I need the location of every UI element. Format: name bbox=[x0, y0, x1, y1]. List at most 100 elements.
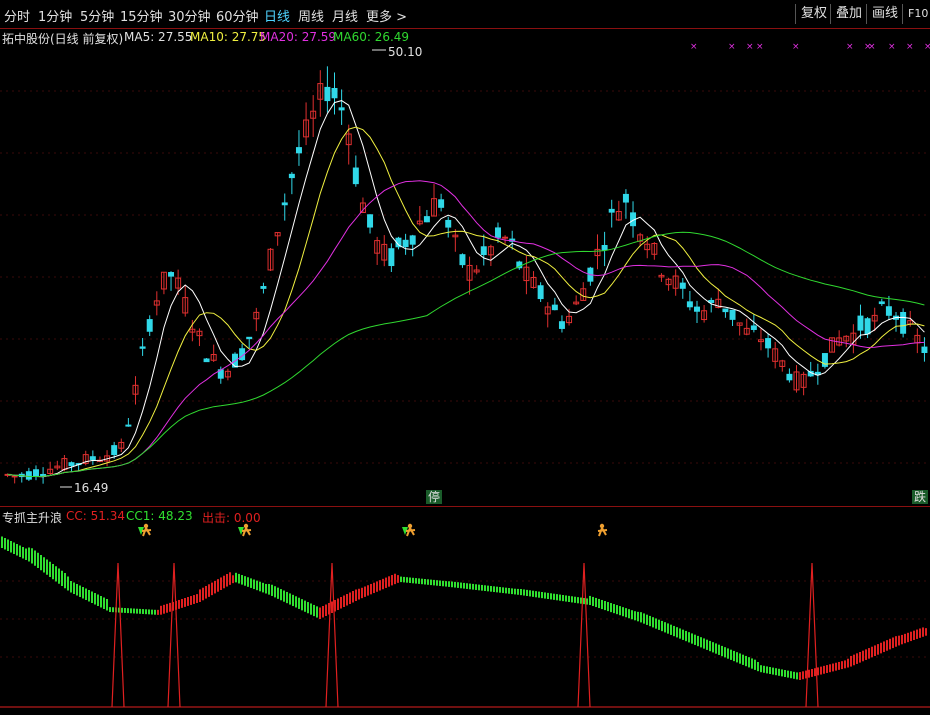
candle bbox=[295, 147, 302, 154]
signal-spike bbox=[325, 562, 339, 708]
cross-marker: × bbox=[846, 42, 854, 52]
ma5-line bbox=[7, 100, 925, 478]
tab-5min[interactable]: 5分钟 bbox=[80, 6, 114, 25]
tab-60min[interactable]: 60分钟 bbox=[216, 6, 259, 25]
tab-weekly[interactable]: 周线 bbox=[298, 6, 324, 25]
candlestick-chart: × × × × × × ×× × × ×50.1016.49 bbox=[0, 42, 930, 495]
runner-icon bbox=[243, 523, 249, 529]
candle bbox=[68, 462, 75, 467]
candle bbox=[480, 246, 487, 256]
runner-icon bbox=[597, 527, 608, 537]
candle bbox=[352, 167, 359, 185]
signal-spike bbox=[577, 562, 591, 708]
runner-icon bbox=[141, 527, 152, 537]
cross-marker: × bbox=[868, 42, 876, 52]
candle bbox=[338, 107, 345, 111]
candle bbox=[288, 173, 295, 179]
tab-30min[interactable]: 30分钟 bbox=[168, 6, 211, 25]
candle bbox=[445, 219, 452, 228]
candlestick-panel[interactable]: × × × × × × × × × × × 50.10 16.49 bbox=[0, 28, 930, 507]
candle bbox=[146, 319, 153, 332]
candle bbox=[729, 309, 736, 320]
runner-icon bbox=[405, 527, 416, 537]
runner-icon bbox=[143, 523, 149, 529]
candle bbox=[750, 325, 757, 330]
candle bbox=[601, 245, 608, 251]
tab-15min[interactable]: 15分钟 bbox=[120, 6, 163, 25]
low-price-label: 16.49 bbox=[74, 481, 108, 495]
candle bbox=[89, 456, 96, 460]
cross-marker: × bbox=[746, 42, 754, 52]
candle bbox=[367, 214, 374, 228]
candle bbox=[551, 304, 558, 311]
candle bbox=[324, 86, 331, 102]
candle bbox=[921, 346, 928, 353]
high-price-label: 50.10 bbox=[388, 45, 422, 59]
ma10-line bbox=[7, 126, 925, 477]
candle bbox=[409, 235, 416, 245]
candle bbox=[459, 254, 466, 266]
candle bbox=[765, 338, 772, 349]
overlay-button[interactable]: 叠加 bbox=[830, 4, 867, 24]
cross-marker: × bbox=[792, 42, 800, 52]
cross-marker: × bbox=[906, 42, 914, 52]
runner-icon bbox=[407, 523, 413, 529]
ma60-line bbox=[7, 231, 925, 477]
candle bbox=[423, 216, 430, 223]
candle bbox=[402, 239, 409, 248]
tab-daily[interactable]: 日线 bbox=[264, 6, 290, 25]
tab-1min[interactable]: 1分钟 bbox=[38, 6, 72, 25]
candle bbox=[125, 424, 132, 427]
candle bbox=[900, 311, 907, 334]
candle bbox=[168, 272, 175, 277]
candle bbox=[622, 193, 629, 203]
candle bbox=[139, 346, 146, 349]
tab-monthly[interactable]: 月线 bbox=[332, 6, 358, 25]
cross-marker: × bbox=[888, 42, 896, 52]
candle bbox=[111, 445, 118, 456]
candle bbox=[857, 315, 864, 331]
candle bbox=[558, 321, 565, 329]
cross-marker: × bbox=[690, 42, 698, 52]
candle bbox=[281, 202, 288, 206]
candle bbox=[494, 227, 501, 238]
candle bbox=[537, 285, 544, 300]
limit-down-marker: 跌 bbox=[912, 490, 929, 504]
indicator-panel[interactable] bbox=[0, 506, 930, 715]
candle bbox=[388, 248, 395, 267]
candle bbox=[246, 336, 253, 340]
cross-marker: × bbox=[728, 42, 736, 52]
tab-intraday[interactable]: 分时 bbox=[4, 6, 30, 25]
candle bbox=[878, 301, 885, 305]
candle bbox=[686, 301, 693, 308]
runner-icon bbox=[241, 527, 252, 537]
ma20-line bbox=[7, 180, 925, 477]
signal-spike bbox=[111, 562, 125, 708]
candle bbox=[25, 471, 32, 480]
cross-marker: × bbox=[756, 42, 764, 52]
f10-button[interactable]: F10 bbox=[902, 4, 930, 24]
candle bbox=[722, 308, 729, 313]
candle bbox=[864, 318, 871, 335]
tab-more[interactable]: 更多 > bbox=[366, 6, 407, 25]
candle bbox=[679, 282, 686, 289]
signal-spike bbox=[167, 562, 181, 708]
candle bbox=[786, 373, 793, 381]
cross-marker: × bbox=[924, 42, 930, 52]
runner-icon bbox=[599, 523, 605, 529]
candle bbox=[203, 358, 210, 363]
candle bbox=[438, 199, 445, 208]
suspend-marker: 停 bbox=[426, 490, 443, 504]
signal-spike bbox=[805, 562, 819, 708]
candle bbox=[885, 306, 892, 316]
candle bbox=[11, 475, 18, 478]
draw-button[interactable]: 画线 bbox=[866, 4, 903, 24]
candle bbox=[32, 469, 39, 477]
candle bbox=[331, 87, 338, 99]
period-toolbar: 分时 1分钟 5分钟 15分钟 30分钟 60分钟 日线 周线 月线 更多 > … bbox=[0, 0, 930, 29]
fuquan-button[interactable]: 复权 bbox=[795, 4, 832, 24]
indicator-chart bbox=[0, 523, 930, 708]
candle bbox=[694, 306, 700, 312]
candle bbox=[260, 286, 267, 289]
candle bbox=[502, 236, 509, 239]
